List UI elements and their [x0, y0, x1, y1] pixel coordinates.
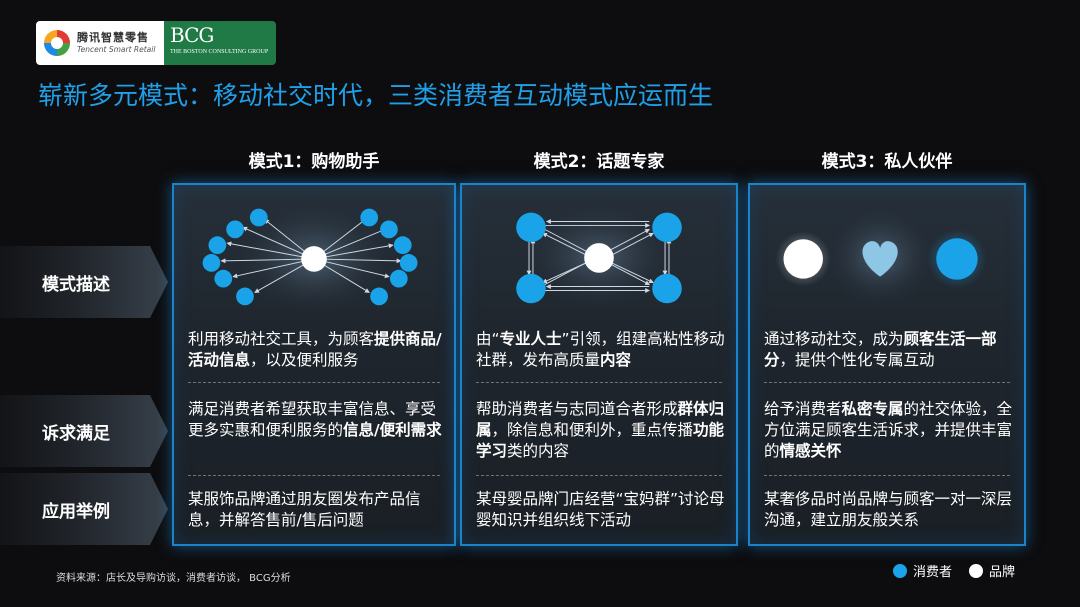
- bcg-logo-small: THE BOSTON CONSULTING GROUP: [170, 49, 269, 55]
- tencent-smart-retail-logo: 腾讯智慧零售 Tencent Smart Retail: [36, 21, 164, 65]
- bcg-logo-big: BCG: [170, 23, 214, 47]
- tencent-logo-cn: 腾讯智慧零售: [77, 31, 149, 45]
- panel-shopping-assistant: 利用移动社交工具，为顾客提供商品/活动信息，以及便利服务 满足消费者希望获取丰富…: [172, 183, 456, 546]
- panel-private-partner: 通过移动社交，成为顾客生活一部分，提供个性化专属互动 给予消费者私密专属的社交体…: [748, 183, 1026, 546]
- tencent-logo-icon: [44, 30, 70, 56]
- panel2-example: 某母婴品牌门店经营“宝妈群”讨论母婴知识并组织线下活动: [476, 490, 725, 529]
- legend-consumer-label: 消费者: [913, 565, 953, 580]
- row-label-text: 应用举例: [42, 501, 110, 522]
- row-label-text: 诉求满足: [42, 423, 110, 444]
- row-label-need: 诉求满足: [0, 395, 168, 467]
- source-note: 资料来源：店长及导购访谈，消费者访谈， BCG分析: [56, 573, 291, 584]
- panel1-example: 某服饰品牌通过朋友圈发布产品信息，并解答售前/售后问题: [188, 490, 421, 529]
- divider: [764, 382, 1010, 383]
- tencent-logo-en: Tencent Smart Retail: [77, 45, 156, 55]
- column-header-2: 模式2：话题专家: [533, 152, 665, 172]
- column-header-3: 模式3：私人伙伴: [821, 152, 953, 172]
- legend-brand: 品牌: [969, 561, 1015, 580]
- divider: [476, 475, 722, 476]
- row-label-description: 模式描述: [0, 246, 168, 318]
- panel3-description: 通过移动社交，成为顾客生活一部分，提供个性化专属互动: [764, 330, 997, 369]
- shopping-assistant-diagram: [202, 203, 418, 315]
- topic-expert-diagram: [516, 203, 682, 311]
- divider: [188, 475, 440, 476]
- consumer-dot-icon: [893, 563, 907, 578]
- slide-title: 崭新多元模式：移动社交时代，三类消费者互动模式应运而生: [38, 81, 714, 110]
- divider: [188, 382, 440, 383]
- panel2-need: 帮助消费者与志同道合者形成群体归属，除信息和便利外，重点传播功能学习类的内容: [476, 400, 725, 460]
- panel2-description: 由“专业人士”引领，组建高粘性移动社群，发布高质量内容: [476, 330, 725, 369]
- logo-bar: 腾讯智慧零售 Tencent Smart Retail BCG THE BOST…: [36, 21, 276, 65]
- slide: 腾讯智慧零售 Tencent Smart Retail BCG THE BOST…: [0, 0, 1080, 607]
- panel1-need: 满足消费者希望获取丰富信息、享受更多实惠和便利服务的信息/便利需求: [188, 400, 442, 439]
- panel-topic-expert: 由“专业人士”引领，组建高粘性移动社群，发布高质量内容 帮助消费者与志同道合者形…: [460, 183, 738, 546]
- panel1-description: 利用移动社交工具，为顾客提供商品/活动信息，以及便利服务: [188, 330, 442, 369]
- legend-brand-label: 品牌: [989, 565, 1016, 580]
- divider: [476, 382, 722, 383]
- column-header-1: 模式1：购物助手: [248, 152, 380, 172]
- private-partner-diagram: [775, 207, 987, 307]
- divider: [764, 475, 1010, 476]
- legend-consumer: 消费者: [893, 561, 952, 580]
- panel3-need: 给予消费者私密专属的社交体验，全方位满足顾客生活诉求，并提供丰富的情感关怀: [764, 400, 1013, 460]
- row-label-text: 模式描述: [42, 274, 110, 295]
- brand-dot-icon: [969, 563, 983, 578]
- bcg-logo: BCG THE BOSTON CONSULTING GROUP: [164, 21, 276, 65]
- panel3-example: 某奢侈品时尚品牌与顾客一对一深层沟通，建立朋友般关系: [764, 490, 1013, 529]
- row-label-example: 应用举例: [0, 473, 168, 545]
